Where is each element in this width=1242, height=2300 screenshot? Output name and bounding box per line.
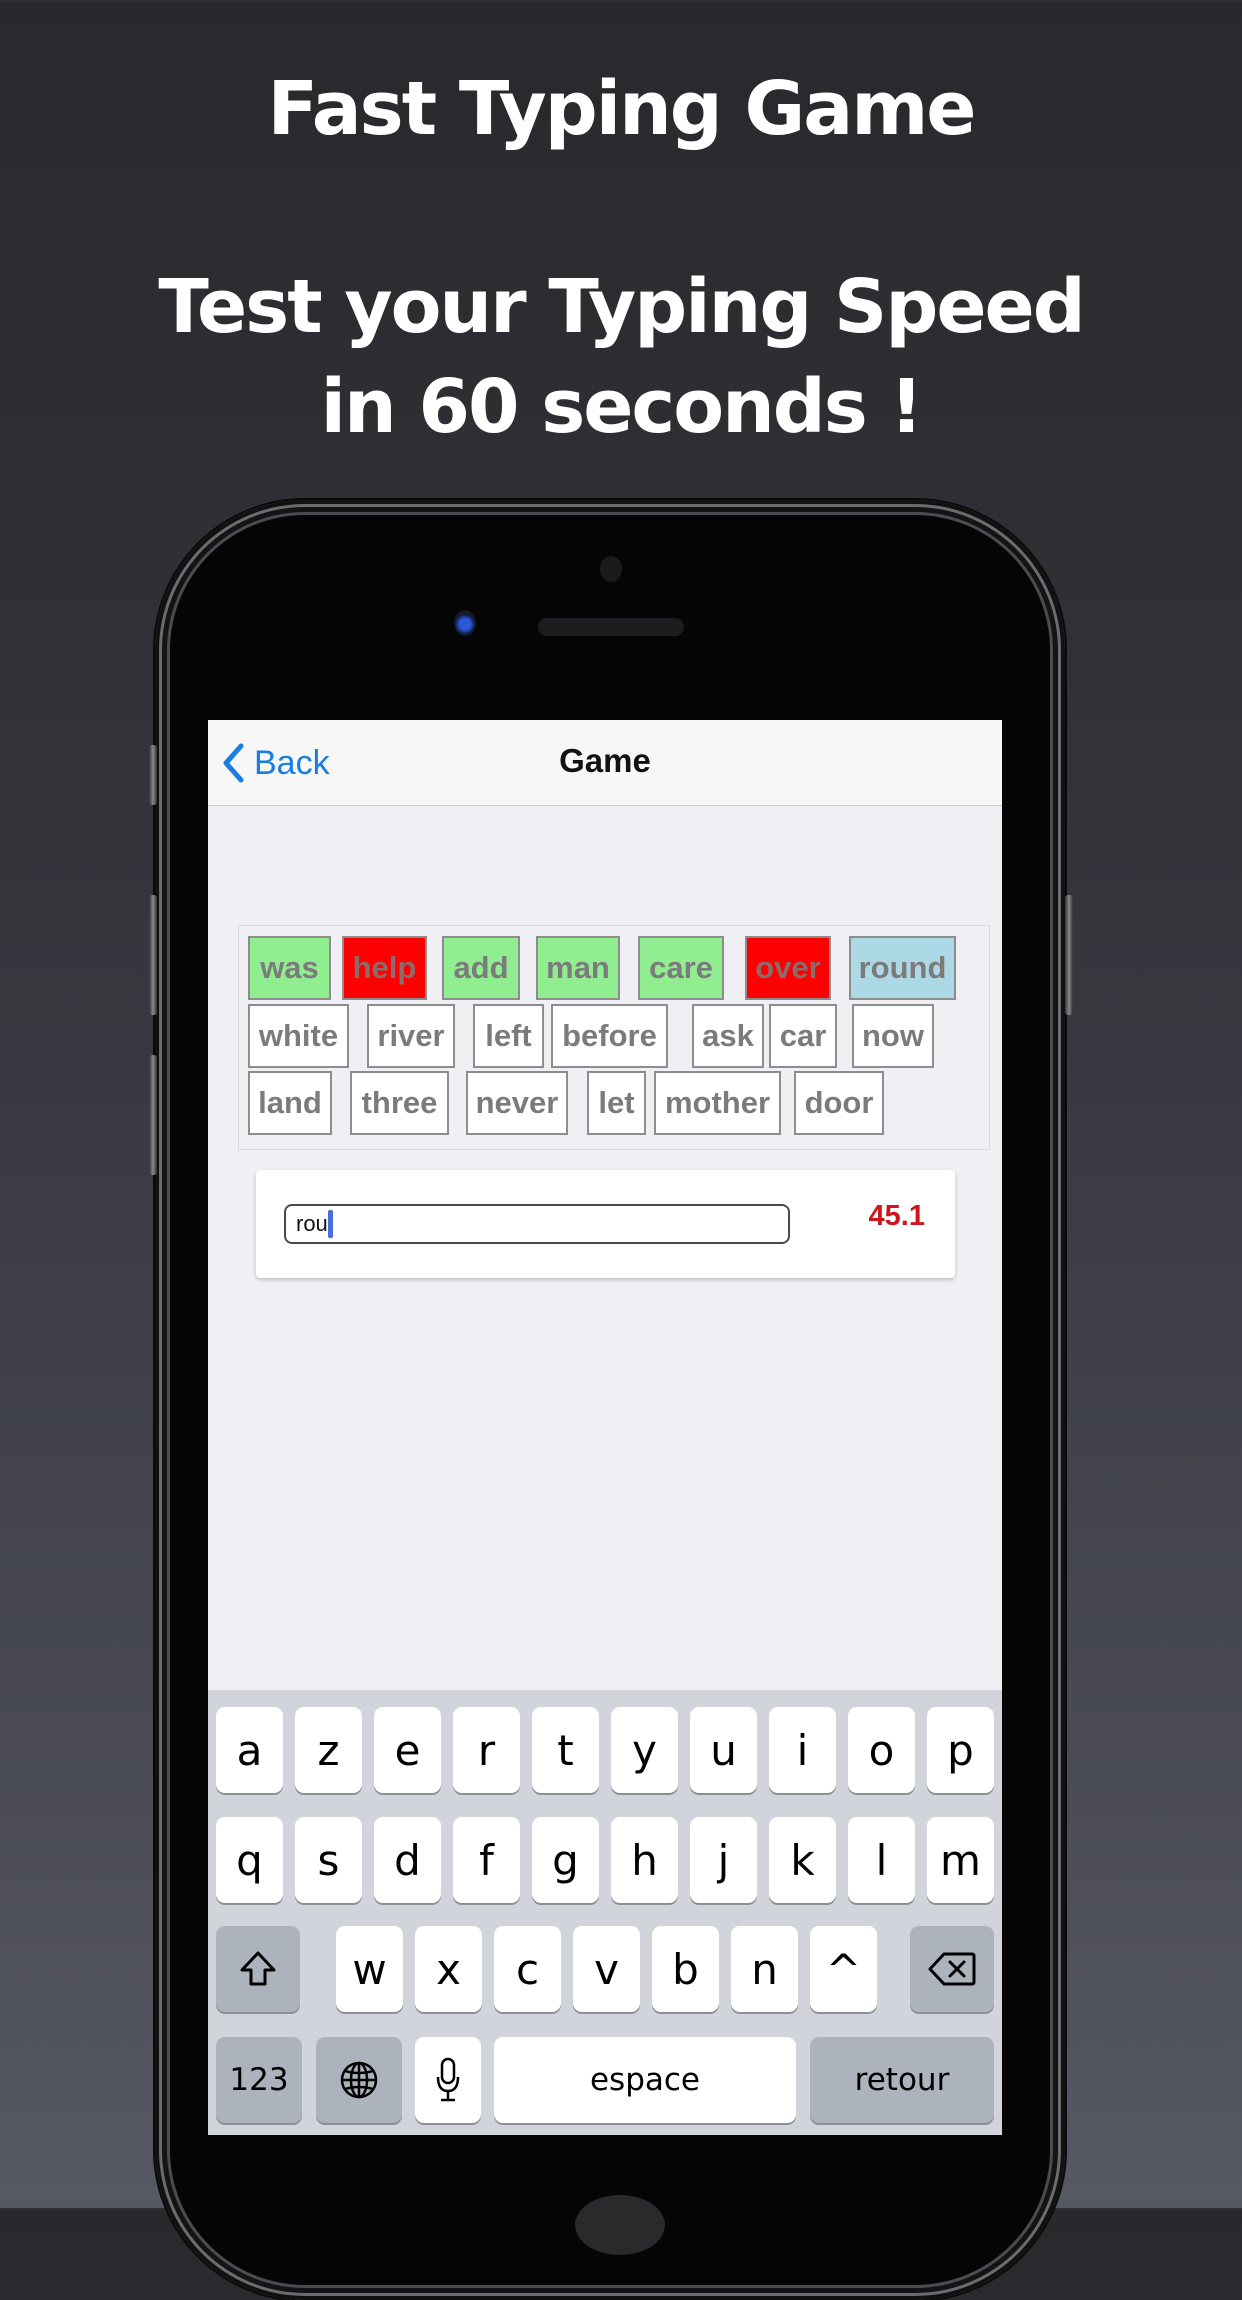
phone-mute-switch [149,745,157,805]
microphone-icon [436,2057,460,2102]
proximity-sensor [600,556,622,582]
word-tile-pending: river [367,1004,455,1068]
word-tile-pending: door [794,1071,884,1135]
key-r[interactable]: r [453,1707,520,1793]
front-camera [454,610,476,636]
countdown-timer: 45.1 [868,1200,925,1232]
navigation-bar: Back Game [208,720,1002,806]
key-w[interactable]: w [336,1926,403,2012]
word-tile-pending: white [248,1004,349,1068]
dictation-key[interactable] [415,2037,481,2123]
key-y[interactable]: y [611,1707,678,1793]
phone-volume-down [149,1055,157,1175]
globe-icon [340,2061,378,2099]
page-title: Game [559,742,651,779]
word-tile-pending: never [466,1071,568,1135]
key-k[interactable]: k [769,1817,836,1903]
key-o[interactable]: o [848,1707,915,1793]
word-grid: was help add man care over round white river left… [238,925,990,1150]
key-v[interactable]: v [573,1926,640,2012]
promo-subtitle-line2: in 60 seconds ! [320,364,924,450]
key-i[interactable]: i [769,1707,836,1793]
word-tile-correct: care [638,936,724,1000]
word-tile-pending: mother [654,1071,781,1135]
input-card: rou 45.1 [256,1170,955,1278]
key-l[interactable]: l [848,1817,915,1903]
key-p[interactable]: p [927,1707,994,1793]
shift-key[interactable] [216,1926,300,2012]
word-tile-pending: car [769,1004,837,1068]
promo-title: Fast Typing Game [267,66,977,152]
word-tile-pending: left [473,1004,544,1068]
numbers-key[interactable]: 123 [216,2037,302,2123]
word-tile-pending: before [551,1004,668,1068]
word-tile-pending: now [852,1004,934,1068]
key-t[interactable]: t [532,1707,599,1793]
key-s[interactable]: s [295,1817,362,1903]
phone-volume-up [149,895,157,1015]
key-b[interactable]: b [652,1926,719,2012]
key-u[interactable]: u [690,1707,757,1793]
home-button[interactable] [575,2195,665,2255]
shift-icon [240,1951,276,1986]
key-j[interactable]: j [690,1817,757,1903]
word-tile-pending: three [350,1071,449,1135]
app-screen: Back Game was help add man care over round whit… [208,720,1002,2135]
word-tile-wrong: help [342,936,427,1000]
earpiece-speaker [538,618,684,636]
return-key[interactable]: retour [810,2037,994,2123]
word-tile-wrong: over [745,936,831,1000]
key-n[interactable]: n [731,1926,798,2012]
phone-power-button [1065,895,1073,1015]
word-tile-pending: ask [692,1004,764,1068]
promo-subtitle-line1: Test your Typing Speed [158,264,1085,350]
key-q[interactable]: q [216,1817,283,1903]
typing-input[interactable]: rou [284,1204,790,1244]
globe-key[interactable] [316,2037,402,2123]
key-a[interactable]: a [216,1707,283,1793]
word-tile-current: round [849,936,956,1000]
word-tile-pending: let [587,1071,646,1135]
key-x[interactable]: x [415,1926,482,2012]
key-m[interactable]: m [927,1817,994,1903]
key-h[interactable]: h [611,1817,678,1903]
key-f[interactable]: f [453,1817,520,1903]
key-d[interactable]: d [374,1817,441,1903]
key-g[interactable]: g [532,1817,599,1903]
space-key[interactable]: espace [494,2037,796,2123]
key-^[interactable]: ^ [810,1926,877,2012]
key-z[interactable]: z [295,1707,362,1793]
word-tile-pending: land [248,1071,332,1135]
typing-input-value: rou [296,1211,328,1236]
key-e[interactable]: e [374,1707,441,1793]
key-c[interactable]: c [494,1926,561,2012]
backspace-icon [928,1952,976,1986]
word-tile-correct: man [536,936,620,1000]
on-screen-keyboard: 123 espace retour azertyuiop qsdfghjklm wx… [208,1690,1002,2135]
text-caret [327,1210,333,1238]
word-tile-correct: was [248,936,331,1000]
backspace-key[interactable] [910,1926,994,2012]
word-tile-correct: add [442,936,520,1000]
